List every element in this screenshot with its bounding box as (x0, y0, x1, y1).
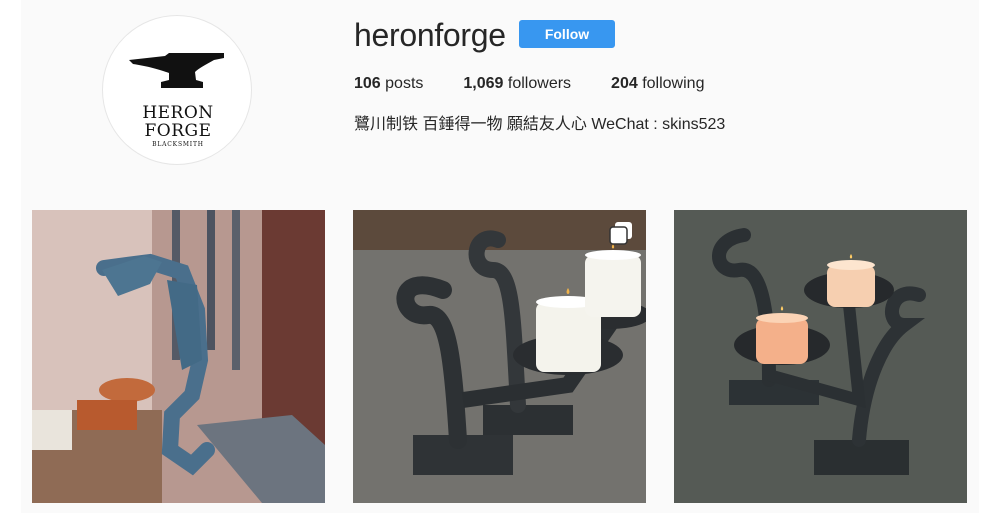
post-image-1 (32, 210, 325, 503)
follow-button[interactable]: Follow (519, 20, 615, 48)
profile-bio: 鷺川制铁 百錘得一物 願結友人心 WeChat : skins523 (354, 116, 726, 133)
post-image-3 (674, 210, 967, 503)
post-thumbnail-2[interactable] (353, 210, 646, 503)
post-image-2 (353, 210, 646, 503)
posts-stat: 106 posts (354, 74, 423, 94)
username-heading: heronforge (354, 17, 506, 53)
profile-avatar[interactable]: HERON FORGE BLACKSMITH (102, 15, 252, 165)
following-stat[interactable]: 204 following (611, 74, 704, 94)
heron-forge-logo: HERON FORGE BLACKSMITH (129, 53, 224, 148)
post-thumbnail-1[interactable] (32, 210, 325, 503)
posts-label: posts (385, 75, 424, 92)
followers-label: followers (507, 75, 572, 92)
svg-text:BLACKSMITH: BLACKSMITH (152, 141, 204, 148)
posts-count: 106 (354, 75, 381, 92)
following-count: 204 (611, 75, 638, 92)
followers-count: 1,069 (463, 75, 504, 92)
following-label: following (642, 75, 705, 92)
post-thumbnail-3[interactable] (674, 210, 967, 503)
svg-text:HERON: HERON (142, 103, 213, 123)
followers-stat[interactable]: 1,069 followers (463, 74, 571, 94)
multiple-images-icon (609, 222, 632, 245)
profile-stats: 106 posts 1,069 followers 204 following (354, 74, 704, 94)
svg-text:FORGE: FORGE (144, 121, 211, 141)
